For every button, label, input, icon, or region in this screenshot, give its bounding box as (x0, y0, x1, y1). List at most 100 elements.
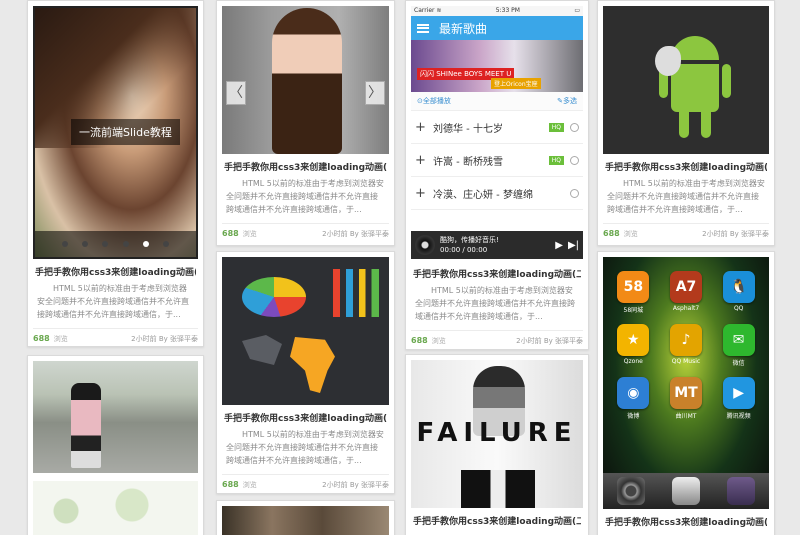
hq-badge: HQ (548, 155, 564, 165)
slide-pagination (35, 231, 196, 257)
app-qzone[interactable]: ★ Qzone (607, 324, 660, 367)
likes-value: 688 (222, 229, 239, 238)
app-label: QQ (733, 305, 744, 312)
camera-icon[interactable] (616, 477, 645, 505)
street-photo-image[interactable] (33, 361, 198, 473)
slide-dot-active[interactable] (142, 241, 149, 247)
play-all-button[interactable]: ⊙全部播放 (417, 96, 451, 106)
app-label: 曲川MT (675, 413, 697, 420)
player-time: 00:00 / 00:00 (440, 246, 488, 254)
card-infographic[interactable]: 手把手教你用css3来创建loading动画(二) HTML 5以前的标准由于考… (216, 251, 395, 494)
calculator-icon[interactable] (727, 477, 756, 505)
hq-badge: HQ (548, 122, 564, 132)
app-header: 最新歌曲 (411, 16, 583, 40)
app-qq[interactable]: 🐧 QQ (712, 271, 765, 314)
multi-select-label: 多选 (563, 97, 577, 105)
card-phone-screen[interactable]: 58 58同城 A7 Asphalt7 🐧 QQ ★ Qzone ♪ QQ Music ✉… (597, 251, 775, 535)
people-photo-image[interactable] (222, 506, 389, 535)
card-android[interactable]: 手把手教你用css3来创建loading动画(二) HTML 5以前的标准由于考… (597, 0, 775, 246)
android-image[interactable] (603, 6, 769, 154)
card-people-photo[interactable] (216, 500, 395, 535)
slideshow-image[interactable]: 一流前端Slide教程 (33, 6, 198, 259)
app-wechat[interactable]: ✉ 微信 (712, 324, 765, 367)
app-58-icon: 58 (617, 271, 650, 303)
add-icon[interactable]: + (415, 120, 433, 135)
likes-value: 688 (33, 334, 50, 343)
tencent-video-icon: ▶ (722, 377, 755, 409)
infographic-image[interactable] (222, 257, 389, 405)
add-icon[interactable]: + (415, 153, 433, 168)
app-tencent-video[interactable]: ▶ 腾讯视频 (712, 377, 765, 420)
slide-dot[interactable] (62, 241, 69, 247)
card-carousel[interactable]: 〈 〉 手把手教你用css3来创建loading动画(二) HTML 5以前的标… (216, 0, 395, 246)
suit-figure (461, 470, 535, 508)
next-track-icon[interactable]: ▶| (568, 240, 579, 251)
add-icon[interactable]: + (415, 186, 433, 201)
qqmusic-icon: ♪ (669, 324, 702, 356)
card-title[interactable]: 手把手教你用css3来创建loading动画(二) (224, 160, 387, 173)
more-icon[interactable] (570, 122, 579, 132)
wechat-icon: ✉ (722, 324, 755, 356)
post-time: 2小时前 By 张驿平泰 (322, 481, 389, 489)
likes-label: 浏览 (431, 337, 446, 345)
more-icon[interactable] (570, 188, 579, 198)
card-slideshow[interactable]: 一流前端Slide教程 手把手教你用css3来创建loading动画(二) HT… (27, 0, 204, 347)
menu-icon[interactable] (417, 23, 429, 33)
app-qqmusic[interactable]: ♪ QQ Music (660, 324, 713, 367)
likes-label: 浏览 (53, 335, 68, 343)
app-asphalt-icon: A7 (669, 271, 702, 303)
player-info: 酷狗，传播好音乐! 00:00 / 00:00 (440, 235, 550, 255)
app-label: Asphalt7 (672, 305, 700, 312)
failure-image[interactable]: FAILURE (411, 360, 583, 508)
likes-value: 688 (411, 336, 428, 345)
app-weibo[interactable]: ◉ 微博 (607, 377, 660, 420)
card-title[interactable]: 手把手教你用css3来创建loading动画(二) (413, 267, 581, 280)
slide-dot[interactable] (82, 241, 89, 247)
weibo-icon: ◉ (617, 377, 650, 409)
music-app-screenshot[interactable]: Carrier ≋ 5:33 PM ▭ 最新歌曲 闪闪 SHINee BOYS … (411, 6, 583, 261)
more-icon[interactable] (570, 155, 579, 165)
player-title: 酷狗，传播好音乐! (440, 236, 499, 244)
tree-photo (33, 481, 198, 535)
card-meta: 688 浏览 2小时前 By 张驿平泰 (411, 330, 583, 346)
card-music-app[interactable]: Carrier ≋ 5:33 PM ▭ 最新歌曲 闪闪 SHINee BOYS … (405, 0, 589, 350)
slide-caption: 一流前端Slide教程 (71, 119, 180, 145)
card-failure[interactable]: FAILURE 手把手教你用css3来创建loading动画(二) (405, 354, 589, 535)
song-row[interactable]: + 许嵩 - 断桥残雪 HQ (411, 144, 583, 177)
android-arm (722, 64, 731, 98)
app-mt[interactable]: MT 曲川MT (660, 377, 713, 420)
carousel-next-button[interactable]: 〉 (365, 81, 385, 105)
slide-dot[interactable] (102, 241, 109, 247)
card-meta: 688 浏览 2小时前 By 张驿平泰 (603, 223, 769, 239)
card-title[interactable]: 手把手教你用css3来创建loading动画(二) (605, 160, 767, 173)
card-title[interactable]: 手把手教你用css3来创建loading动画(二) (35, 265, 196, 278)
mini-player[interactable]: 酷狗，传播好音乐! 00:00 / 00:00 ▶ ▶| (411, 231, 583, 259)
phone-home-screen[interactable]: 58 58同城 A7 Asphalt7 🐧 QQ ★ Qzone ♪ QQ Music ✉… (603, 257, 769, 509)
multi-select-button[interactable]: ✎多选 (557, 96, 577, 106)
promo-banner[interactable]: 闪闪 SHINee BOYS MEET U 登上Oricon宝座 (411, 40, 583, 92)
carousel-image[interactable]: 〈 〉 (222, 6, 389, 154)
failure-text: FAILURE (416, 418, 578, 448)
song-row[interactable]: + 冷漠、庄心妍 - 梦缠绵 (411, 177, 583, 210)
video-icon[interactable] (671, 477, 700, 505)
play-icon[interactable]: ▶ (555, 240, 563, 251)
card-title[interactable]: 手把手教你用css3来创建loading动画(二) (605, 515, 767, 528)
android-body (671, 64, 719, 112)
phone-dock (603, 473, 769, 509)
post-time: 2小时前 By 张驿平泰 (322, 230, 389, 238)
app-asphalt[interactable]: A7 Asphalt7 (660, 271, 713, 314)
slide-dot[interactable] (122, 241, 129, 247)
status-carrier: Carrier ≋ (414, 7, 442, 14)
app-header-title: 最新歌曲 (439, 21, 488, 36)
mt-icon: MT (669, 377, 702, 409)
card-meta: 688 浏览 2小时前 By 张驿平泰 (33, 328, 198, 344)
card-title[interactable]: 手把手教你用css3来创建loading动画(二) (224, 411, 387, 424)
slide-dot[interactable] (162, 241, 169, 247)
card-street-photo[interactable] (27, 355, 204, 535)
card-title[interactable]: 手把手教你用css3来创建loading动画(二) (413, 514, 581, 527)
app-58[interactable]: 58 58同城 (607, 271, 660, 314)
carousel-prev-button[interactable]: 〈 (226, 81, 246, 105)
song-row[interactable]: + 刘德华 - 十七岁 HQ (411, 111, 583, 144)
play-all-label: 全部播放 (422, 97, 451, 105)
card-description: HTML 5以前的标准由于考虑到浏览器安全问题并不允许直接跨域通信并不允许直接跨… (226, 179, 384, 214)
